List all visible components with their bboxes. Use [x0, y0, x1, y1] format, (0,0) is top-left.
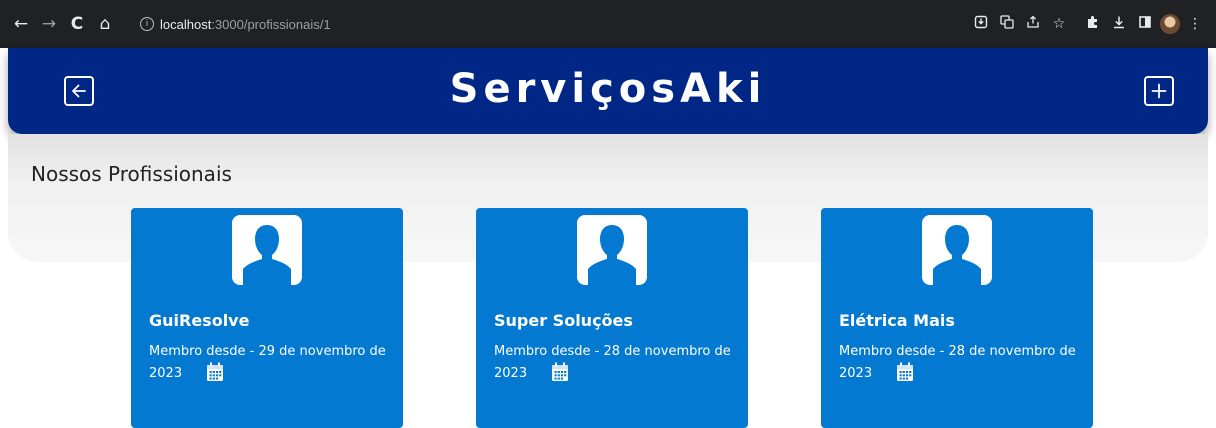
profile-avatar-icon[interactable] — [1160, 14, 1180, 34]
member-since-text: Membro desde - 28 de novembro de — [839, 344, 1076, 359]
reload-icon[interactable]: C — [66, 14, 88, 34]
download-icon[interactable] — [1108, 15, 1130, 33]
member-since-year: 2023 — [494, 366, 528, 381]
calendar-icon — [552, 362, 569, 381]
member-since: Membro desde - 28 de novembro de 2023 — [839, 342, 1079, 384]
browser-actions: ☆ ⋮ — [966, 0, 1206, 48]
address-bar[interactable]: i localhost:3000/profissionais/1 — [128, 10, 938, 38]
translate-icon[interactable] — [996, 15, 1018, 33]
side-panel-icon[interactable] — [1134, 15, 1156, 33]
avatar — [922, 215, 992, 285]
site-info-icon[interactable]: i — [140, 17, 154, 31]
member-since: Membro desde - 28 de novembro de 2023 — [494, 342, 734, 384]
app-title: ServiçosAki — [449, 66, 767, 112]
member-since-text: Membro desde - 29 de novembro de — [149, 344, 386, 359]
member-since: Membro desde - 29 de novembro de 2023 — [149, 342, 389, 384]
professional-card[interactable]: Super Soluções Membro desde - 28 de nove… — [476, 208, 748, 428]
avatar — [232, 215, 302, 285]
member-since-text: Membro desde - 28 de novembro de — [494, 344, 731, 359]
professional-card[interactable]: Elétrica Mais Membro desde - 28 de novem… — [821, 208, 1093, 428]
member-since-year: 2023 — [149, 366, 183, 381]
install-app-icon[interactable] — [970, 15, 992, 33]
extensions-puzzle-icon[interactable] — [1082, 15, 1104, 33]
card-name: GuiResolve — [149, 311, 250, 330]
calendar-icon — [207, 362, 224, 381]
app-header: ServiçosAki — [8, 48, 1208, 134]
url-path: :3000/profissionais/1 — [211, 16, 331, 32]
home-icon[interactable]: ⌂ — [94, 14, 116, 34]
bookmark-star-icon[interactable]: ☆ — [1048, 16, 1070, 32]
add-button[interactable] — [1144, 76, 1174, 106]
forward-arrow-icon[interactable]: → — [38, 14, 60, 34]
member-since-year: 2023 — [839, 366, 873, 381]
calendar-icon — [897, 362, 914, 381]
share-icon[interactable] — [1022, 15, 1044, 33]
url-host: localhost — [160, 16, 212, 32]
plus-icon — [1151, 83, 1167, 99]
professional-card[interactable]: GuiResolve Membro desde - 29 de novembro… — [131, 208, 403, 428]
card-name: Super Soluções — [494, 311, 633, 330]
browser-nav: ← → C ⌂ — [10, 0, 116, 48]
user-silhouette-icon — [933, 225, 981, 285]
user-silhouette-icon — [588, 225, 636, 285]
section-title: Nossos Profissionais — [31, 162, 232, 186]
card-name: Elétrica Mais — [839, 311, 955, 330]
browser-toolbar: ← → C ⌂ i localhost:3000/profissionais/1… — [0, 0, 1216, 48]
browser-menu-icon[interactable]: ⋮ — [1184, 16, 1206, 32]
user-silhouette-icon — [243, 225, 291, 285]
avatar — [577, 215, 647, 285]
back-arrow-icon[interactable]: ← — [10, 14, 32, 34]
